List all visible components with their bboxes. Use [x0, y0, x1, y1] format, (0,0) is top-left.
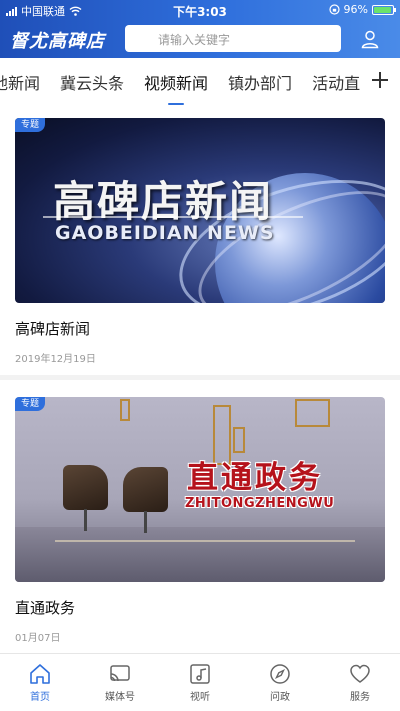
thumb-title: 直通政务: [187, 460, 323, 496]
search-input[interactable]: 请输入关键字: [125, 25, 341, 52]
wall-frame: [295, 399, 330, 427]
thumb-divider: [43, 216, 303, 218]
nav-service[interactable]: 服务: [320, 654, 400, 711]
chair-leg: [84, 509, 87, 531]
wall-frame: [120, 399, 130, 421]
app-header: 中国联通 下午3:03 96% 督尤高碑店 请输入关键字: [0, 0, 400, 58]
cast-icon: [110, 665, 130, 682]
card-date: 2019年12月19日: [15, 354, 96, 365]
tab-local-news[interactable]: 地新闻: [0, 70, 40, 94]
news-card[interactable]: 专题 高碑店新闻 GAOBEIDIAN NEWS 高碑店新闻 2019年12月1…: [15, 118, 385, 365]
chair-graphic: [123, 467, 168, 512]
status-right: 96%: [328, 3, 396, 16]
card-date: 01月07日: [15, 633, 61, 644]
floor-highlight: [55, 540, 355, 542]
topic-badge: 专题: [15, 118, 46, 132]
thumb-subtitle: ZHITONGZHENGWU: [185, 496, 335, 511]
studio-floor: [15, 527, 385, 582]
channel-tabs: 地新闻 冀云头条 视频新闻 镇办部门 活动直: [0, 58, 400, 105]
add-channel-icon[interactable]: [370, 70, 390, 90]
tab-jiyun-headlines[interactable]: 冀云头条: [60, 70, 124, 94]
card-title[interactable]: 高碑店新闻: [15, 318, 90, 339]
card-title[interactable]: 直通政务: [15, 597, 75, 618]
thumb-title: 高碑店新闻: [53, 177, 274, 226]
nav-inquiry[interactable]: 问政: [240, 654, 320, 711]
heart-icon: [350, 664, 370, 683]
app-logo: 督尤高碑店: [10, 31, 105, 52]
thumb-subtitle: GAOBEIDIAN NEWS: [55, 222, 275, 244]
nav-label: 服务: [350, 692, 370, 703]
topic-badge: 专题: [15, 397, 46, 411]
feed-divider: [0, 375, 400, 380]
orientation-lock-icon: [328, 4, 340, 15]
home-icon: [30, 664, 50, 684]
nav-label: 问政: [270, 692, 290, 703]
news-card[interactable]: 专题 直通政务 ZHITONGZHENGWU 直通政务 01月07日: [15, 397, 385, 644]
status-bar: 中国联通 下午3:03 96%: [0, 0, 400, 20]
user-icon[interactable]: [360, 29, 380, 49]
tab-live-events[interactable]: 活动直: [312, 70, 360, 94]
bottom-nav: 首页 媒体号 视听 问政 服务: [0, 653, 400, 711]
card-thumbnail[interactable]: 专题 高碑店新闻 GAOBEIDIAN NEWS: [15, 118, 385, 303]
wall-frame: [233, 427, 245, 453]
battery-icon: [372, 4, 396, 15]
chair-graphic: [63, 465, 108, 510]
nav-label: 视听: [190, 692, 210, 703]
compass-icon: [270, 664, 290, 684]
nav-label: 媒体号: [105, 692, 135, 703]
nav-home[interactable]: 首页: [0, 654, 80, 711]
tab-video-news[interactable]: 视频新闻: [144, 70, 208, 105]
tab-departments[interactable]: 镇办部门: [228, 70, 292, 94]
nav-audiovisual[interactable]: 视听: [160, 654, 240, 711]
tab-track: 地新闻 冀云头条 视频新闻 镇办部门 活动直: [0, 70, 360, 105]
battery-percent: 96%: [343, 3, 368, 16]
music-image-icon: [190, 664, 210, 684]
chair-leg: [144, 511, 147, 533]
nav-media[interactable]: 媒体号: [80, 654, 160, 711]
card-thumbnail[interactable]: 专题 直通政务 ZHITONGZHENGWU: [15, 397, 385, 582]
nav-label: 首页: [30, 692, 50, 703]
